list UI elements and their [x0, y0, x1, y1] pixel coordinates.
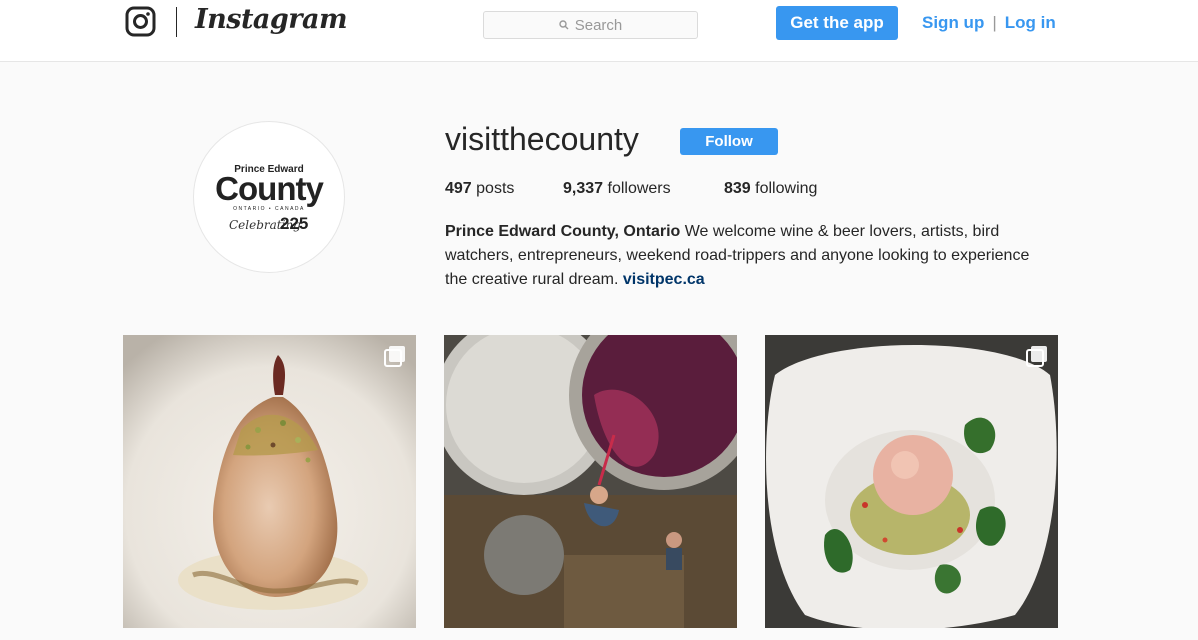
search-placeholder: Search	[574, 16, 623, 34]
profile-bio: Prince Edward County, Ontario We welcome…	[445, 220, 1055, 292]
auth-links: Sign up | Log in	[922, 13, 1056, 33]
bio-website-link[interactable]: visitpec.ca	[623, 271, 705, 288]
following-stat[interactable]: 839 following	[724, 180, 817, 198]
post-thumbnail[interactable]	[123, 335, 416, 628]
followers-stat[interactable]: 9,337 followers	[563, 180, 724, 198]
following-label: following	[755, 180, 818, 197]
top-nav-bar: Instagram Search Get the app Sign up | L…	[0, 0, 1198, 62]
post-thumbnail[interactable]	[765, 335, 1058, 628]
posts-count: 497	[445, 180, 472, 197]
multiple-photos-icon	[384, 346, 405, 367]
posts-label: posts	[476, 180, 515, 197]
profile-username: visitthecounty	[445, 121, 639, 157]
post-image-winery-tank	[444, 335, 737, 628]
avatar-logo-main: County	[215, 170, 324, 207]
search-icon	[559, 20, 569, 30]
post-image-poached-pear	[123, 335, 416, 628]
instagram-camera-icon[interactable]	[125, 6, 156, 37]
following-count: 839	[724, 180, 751, 197]
bio-full-name: Prince Edward County, Ontario	[445, 223, 681, 240]
profile-stats: 497 posts 9,337 followers 839 following	[445, 180, 817, 198]
get-the-app-button[interactable]: Get the app	[776, 6, 898, 40]
multiple-photos-icon	[1026, 346, 1047, 367]
posts-stat: 497 posts	[445, 180, 563, 198]
search-input[interactable]: Search	[483, 11, 698, 39]
post-image-plated-dish	[765, 335, 1058, 628]
header-divider	[176, 7, 177, 37]
auth-separator: |	[992, 13, 997, 32]
instagram-wordmark[interactable]: Instagram	[195, 4, 348, 35]
avatar-logo-years: 225	[280, 214, 309, 233]
profile-avatar[interactable]: Prince Edward County ONTARIO • CANADA Ce…	[193, 121, 345, 273]
log-in-link[interactable]: Log in	[1005, 13, 1056, 33]
post-thumbnail[interactable]	[444, 335, 737, 628]
followers-label: followers	[607, 180, 671, 197]
sign-up-link[interactable]: Sign up	[922, 13, 984, 33]
followers-count: 9,337	[563, 180, 604, 197]
avatar-logo-sub: ONTARIO • CANADA	[233, 206, 305, 212]
follow-button[interactable]: Follow	[680, 128, 778, 155]
